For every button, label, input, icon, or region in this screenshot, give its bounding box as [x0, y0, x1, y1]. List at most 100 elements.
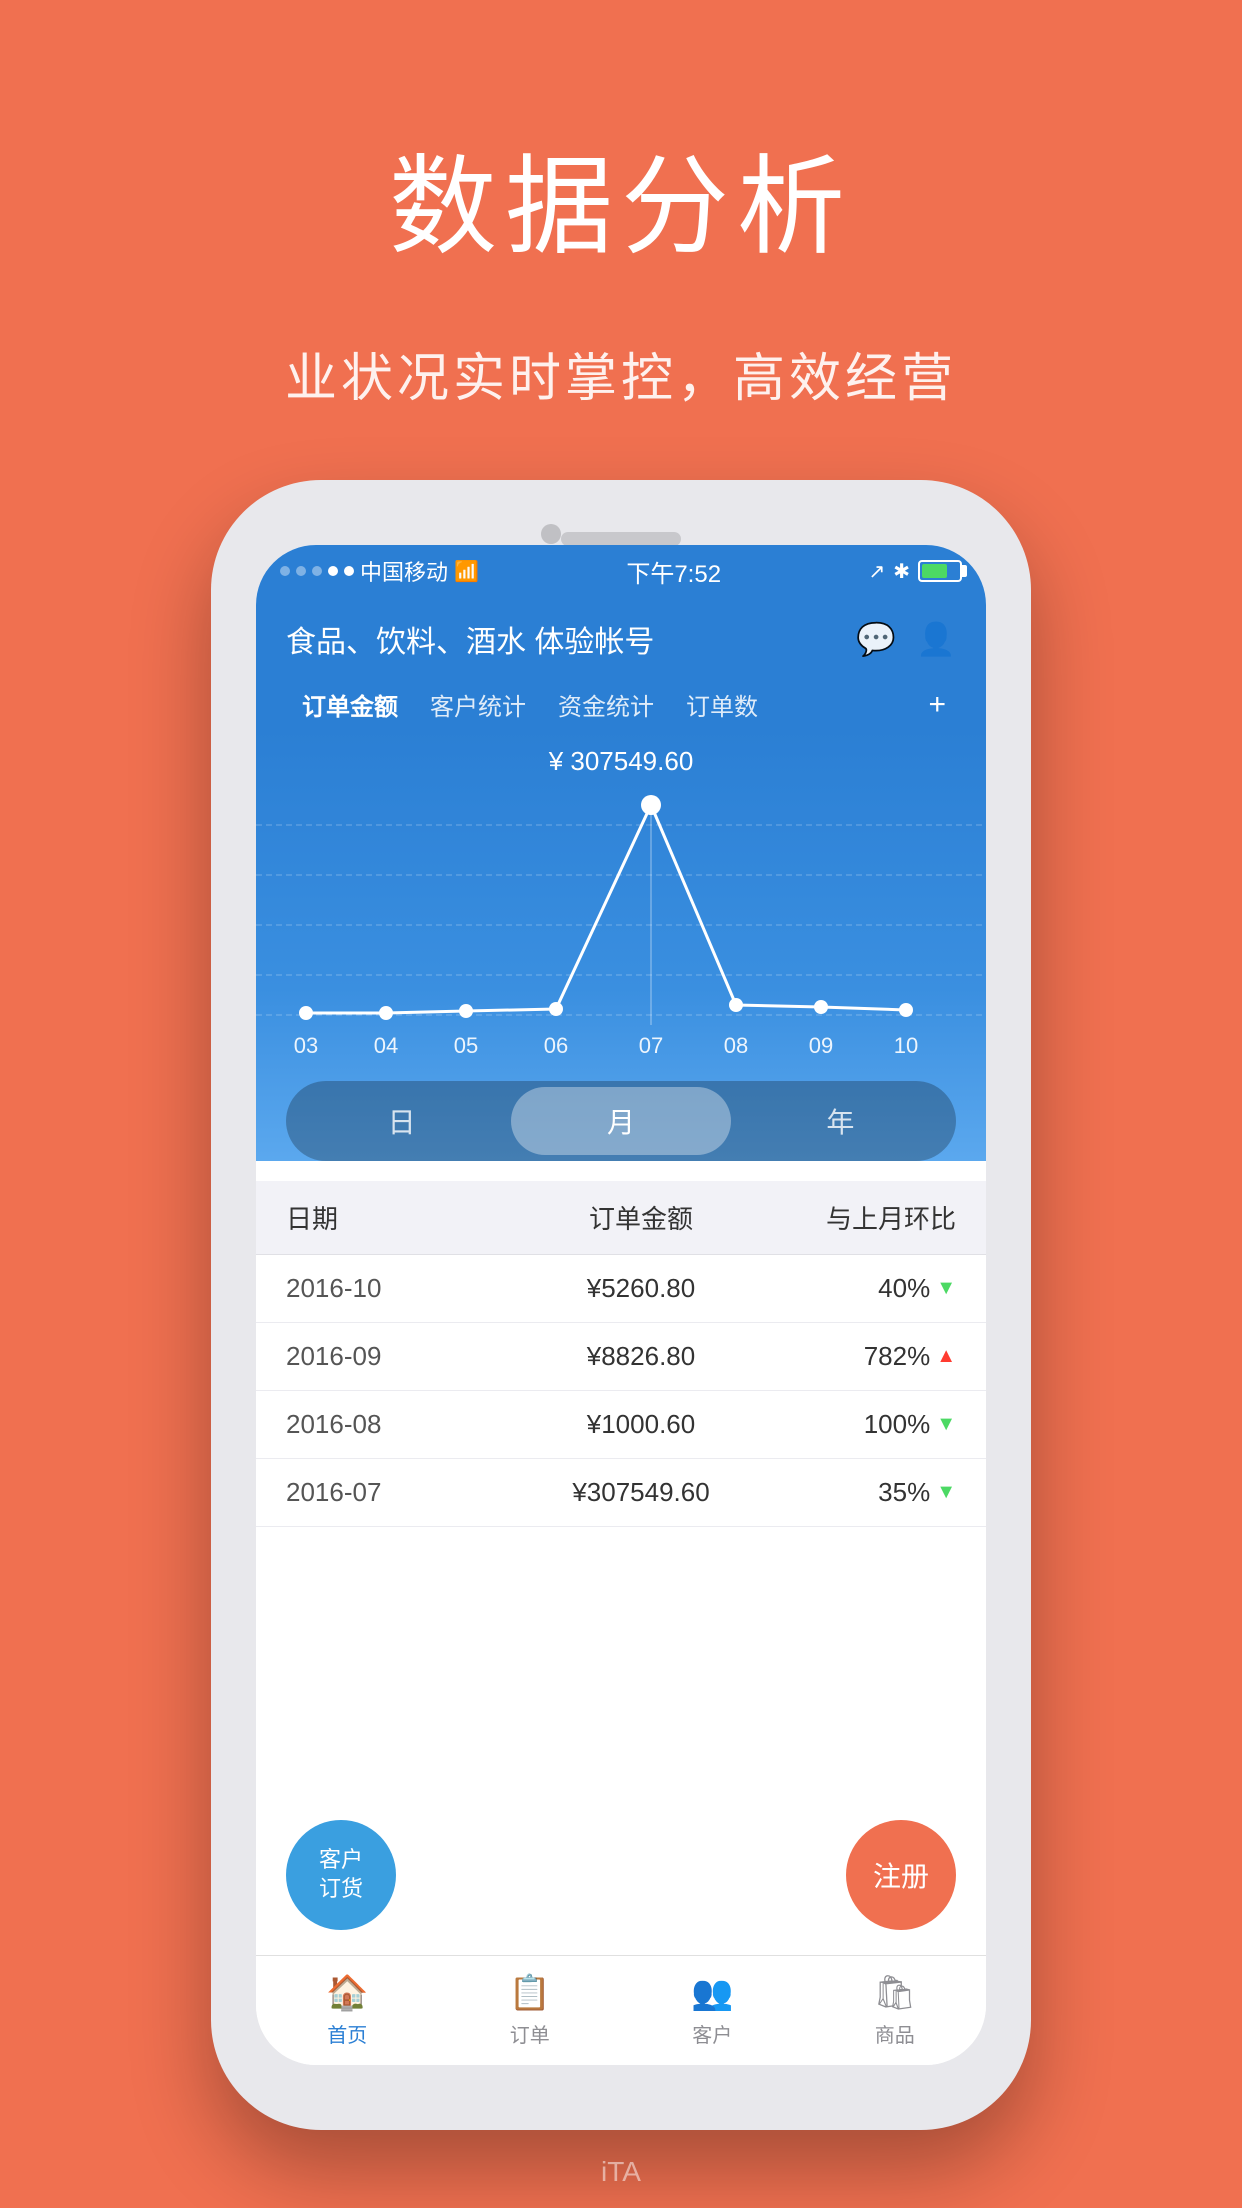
td-amount-0: ¥5260.80	[486, 1273, 796, 1304]
line-chart: 03 04 05 06 07 08 09 10	[256, 785, 986, 1065]
bottom-nav: 🏠 首页 📋 订单 👥 客户 🛍 商品	[256, 1955, 986, 2065]
chart-dot-07	[641, 795, 661, 815]
svg-text:03: 03	[294, 1033, 318, 1058]
arrow-down-icon-0: ▼	[936, 1277, 956, 1300]
nav-item-products[interactable]: 🛍 商品	[804, 1973, 987, 2048]
svg-text:09: 09	[809, 1033, 833, 1058]
th-change: 与上月环比	[796, 1199, 956, 1236]
battery-fill	[922, 564, 947, 578]
td-change-1: 782% ▲	[796, 1341, 956, 1372]
phone-camera	[541, 524, 561, 544]
arrow-down-icon-3: ▼	[936, 1481, 956, 1504]
carrier-label: 中国移动	[360, 555, 448, 587]
tab-order-count[interactable]: 订单数	[670, 679, 774, 730]
svg-text:06: 06	[544, 1033, 568, 1058]
table-row: 2016-07 ¥307549.60 35% ▼	[256, 1459, 986, 1527]
nav-item-customers[interactable]: 👥 客户	[621, 1973, 804, 2048]
td-change-2: 100% ▼	[796, 1409, 956, 1440]
nav-item-home[interactable]: 🏠 首页	[256, 1973, 439, 2048]
fab-register-button[interactable]: 注册	[846, 1820, 956, 1930]
tab-add-button[interactable]: +	[918, 684, 956, 726]
signal-dot-1	[280, 566, 290, 576]
chart-dot-04	[379, 1006, 393, 1020]
nav-label-orders: 订单	[510, 2019, 550, 2048]
signal-dot-4	[328, 566, 338, 576]
nav-label-home: 首页	[327, 2019, 367, 2048]
td-change-3: 35% ▼	[796, 1477, 956, 1508]
status-right: ↗ ✱	[868, 559, 962, 584]
td-amount-1: ¥8826.80	[486, 1341, 796, 1372]
chart-area: ¥ 307549.60	[256, 730, 986, 1161]
orders-icon: 📋	[509, 1973, 551, 2013]
app-title: 食品、饮料、酒水 体验帐号	[286, 617, 654, 661]
td-date-2: 2016-08	[286, 1409, 486, 1440]
chart-dot-05	[459, 1004, 473, 1018]
arrow-down-icon-2: ▼	[936, 1413, 956, 1436]
wifi-icon: 📶	[454, 559, 479, 584]
home-icon: 🏠	[326, 1973, 368, 2013]
td-date-1: 2016-09	[286, 1341, 486, 1372]
arrow-up-icon-1: ▲	[936, 1345, 956, 1368]
phone-speaker	[561, 532, 681, 546]
td-amount-3: ¥307549.60	[486, 1477, 796, 1508]
svg-text:05: 05	[454, 1033, 478, 1058]
status-time: 下午7:52	[626, 554, 721, 589]
period-selector: 日 月 年	[286, 1081, 956, 1161]
tab-customer-stats[interactable]: 客户统计	[414, 679, 542, 730]
data-table: 日期 订单金额 与上月环比 2016-10 ¥5260.80 40% ▼ 201…	[256, 1181, 986, 1527]
svg-text:10: 10	[894, 1033, 918, 1058]
products-icon: 🛍	[873, 1973, 916, 2013]
fab-register-label: 注册	[873, 1855, 929, 1895]
table-row: 2016-09 ¥8826.80 782% ▲	[256, 1323, 986, 1391]
th-date: 日期	[286, 1199, 486, 1236]
chart-dot-03	[299, 1006, 313, 1020]
tab-order-amount[interactable]: 订单金额	[286, 679, 414, 730]
table-header: 日期 订单金额 与上月环比	[256, 1181, 986, 1255]
fab-customer-label: 客户订货	[319, 1846, 363, 1903]
hero-subtitle: 业状况实时掌控，高效经营	[0, 336, 1242, 411]
fab-customer-button[interactable]: 客户订货	[286, 1820, 396, 1930]
status-bar: 中国移动 📶 下午7:52 ↗ ✱	[256, 545, 986, 597]
nav-label-customers: 客户	[692, 2019, 732, 2048]
chart-value: ¥ 307549.60	[256, 746, 986, 777]
watermark: iTA	[0, 2136, 1242, 2208]
signal-dot-2	[296, 566, 306, 576]
table-row: 2016-08 ¥1000.60 100% ▼	[256, 1391, 986, 1459]
td-change-0: 40% ▼	[796, 1273, 956, 1304]
customers-icon: 👥	[691, 1973, 733, 2013]
signal-dot-5	[344, 566, 354, 576]
svg-text:07: 07	[639, 1033, 663, 1058]
td-amount-2: ¥1000.60	[486, 1409, 796, 1440]
period-year[interactable]: 年	[731, 1087, 950, 1155]
signal-dot-3	[312, 566, 322, 576]
app-header: 食品、饮料、酒水 体验帐号 💬 👤 订单金额 客户统计 资金统计 订单数 +	[256, 597, 986, 730]
chart-dot-10	[899, 1003, 913, 1017]
bluetooth-icon: ✱	[893, 559, 910, 584]
chart-dot-09	[814, 1000, 828, 1014]
period-month[interactable]: 月	[511, 1087, 730, 1155]
app-title-row: 食品、饮料、酒水 体验帐号 💬 👤	[286, 617, 956, 661]
td-date-0: 2016-10	[286, 1273, 486, 1304]
table-row: 2016-10 ¥5260.80 40% ▼	[256, 1255, 986, 1323]
battery-icon	[918, 560, 962, 582]
svg-text:04: 04	[374, 1033, 398, 1058]
tabs-row: 订单金额 客户统计 资金统计 订单数 +	[286, 679, 956, 730]
status-left: 中国移动 📶	[280, 555, 479, 587]
nav-item-orders[interactable]: 📋 订单	[439, 1973, 622, 2048]
tab-fund-stats[interactable]: 资金统计	[542, 679, 670, 730]
th-amount: 订单金额	[486, 1199, 796, 1236]
header-icons: 💬 👤	[856, 620, 956, 658]
nav-label-products: 商品	[875, 2019, 915, 2048]
chart-dot-06	[549, 1002, 563, 1016]
chart-dot-08	[729, 998, 743, 1012]
svg-text:08: 08	[724, 1033, 748, 1058]
message-icon[interactable]: 💬	[856, 620, 896, 658]
user-icon[interactable]: 👤	[916, 620, 956, 658]
period-day[interactable]: 日	[292, 1087, 511, 1155]
chart-container: 03 04 05 06 07 08 09 10	[256, 785, 986, 1065]
phone-mockup: 中国移动 📶 下午7:52 ↗ ✱ 食品、饮料、酒水 体验帐号 💬	[211, 480, 1031, 2130]
location-icon: ↗	[868, 559, 885, 584]
td-date-3: 2016-07	[286, 1477, 486, 1508]
hero-title: 数据分析	[0, 0, 1242, 276]
phone-screen: 中国移动 📶 下午7:52 ↗ ✱ 食品、饮料、酒水 体验帐号 💬	[256, 545, 986, 2065]
